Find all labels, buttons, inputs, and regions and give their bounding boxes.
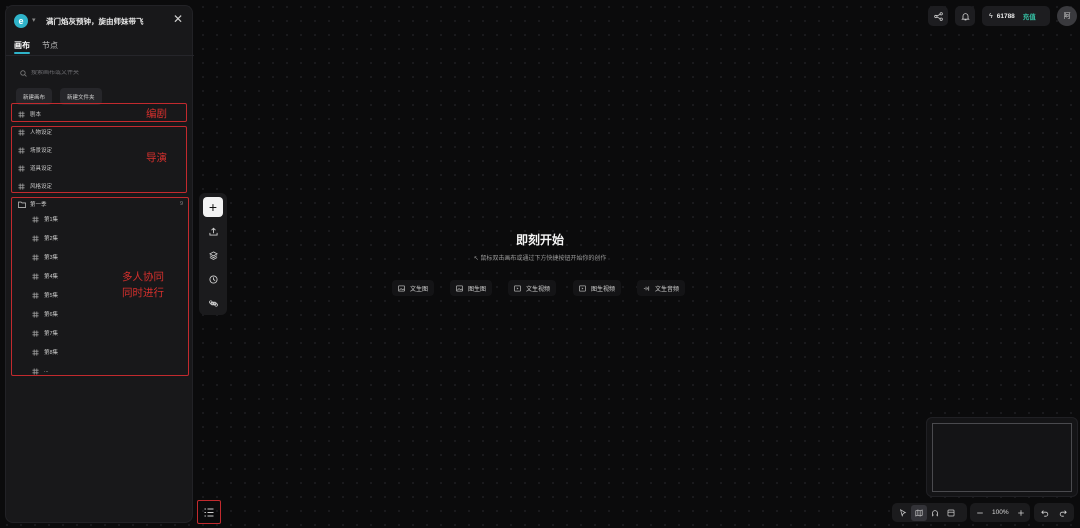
search-input[interactable] [31, 70, 171, 76]
empty-state-subtitle: ↖ 鼠标双击画布或通过下方快捷按钮开始你的创作 [440, 253, 640, 262]
quick-text-to-audio-button[interactable]: 文生音频 [637, 280, 686, 296]
quick-text-to-video-button[interactable]: 文生视频 [508, 280, 557, 296]
image-icon [456, 284, 463, 292]
app-logo[interactable]: e [14, 14, 28, 28]
list-icon [204, 508, 214, 516]
zoom-in-icon[interactable] [1013, 505, 1029, 521]
quick-action-label: 文生音频 [655, 286, 680, 293]
annotation-director: 导演 [146, 152, 167, 164]
video-icon [514, 284, 521, 292]
credits-widget[interactable]: ϟ 61788 充值 [982, 6, 1050, 26]
sidebar-header: e ▾ 满门焰灰预钟，旋由师妹带飞 ✕ [6, 6, 194, 36]
quick-action-label: 图生图 [468, 286, 487, 293]
quick-image-to-video-button[interactable]: 图生视频 [573, 280, 622, 296]
annotation-script: 编剧 [146, 108, 167, 120]
quick-image-to-image-button[interactable]: 图生图 [450, 280, 493, 296]
history-clock-icon[interactable] [203, 269, 223, 289]
pointer-icon[interactable] [895, 505, 911, 521]
user-avatar[interactable]: 阿 [1057, 6, 1077, 26]
quick-action-label: 图生视频 [591, 286, 616, 293]
zoom-out-icon[interactable] [972, 505, 988, 521]
minimap-viewport[interactable] [932, 423, 1072, 492]
image-icon [398, 284, 405, 292]
tab-canvas[interactable]: 画布 [14, 40, 30, 51]
audio-icon [643, 285, 650, 292]
undo-icon[interactable] [1037, 505, 1053, 521]
add-node-button[interactable]: + [203, 197, 223, 217]
credits-balance: 61788 [996, 12, 1015, 20]
cursor-icon: ↖ [473, 256, 479, 262]
map-icon[interactable] [911, 504, 927, 521]
share-button[interactable] [928, 6, 948, 26]
zoom-controls: 100% [970, 503, 1030, 522]
video-icon [579, 284, 586, 292]
tab-divider [6, 55, 194, 56]
sidebar-toggle-button[interactable] [197, 500, 221, 524]
empty-state-title: 即刻开始 [515, 233, 564, 247]
history-controls [1034, 503, 1074, 522]
quick-action-label: 文生视频 [526, 286, 551, 293]
share-icon [933, 11, 943, 21]
frame-icon[interactable] [943, 505, 959, 521]
chevron-down-icon[interactable]: ▾ [32, 16, 36, 24]
quick-text-to-image-button[interactable]: 文生图 [392, 280, 435, 296]
minimap[interactable] [926, 417, 1078, 497]
upload-icon[interactable] [203, 221, 223, 241]
active-tab-indicator [14, 52, 30, 54]
tool-rail: + [199, 193, 227, 315]
quick-action-label: 文生图 [410, 286, 429, 293]
annotation-collab-line2: 同时进行 [122, 287, 164, 299]
bell-icon [960, 12, 970, 20]
canvas-mode-toolbar [892, 503, 967, 522]
tab-nodes[interactable]: 节点 [42, 40, 58, 51]
recharge-link[interactable]: 充值 [1023, 11, 1036, 21]
layers-icon[interactable] [203, 245, 223, 265]
lightning-icon: ϟ [989, 12, 993, 20]
command-shortcut-icon[interactable] [203, 293, 223, 313]
search-box[interactable] [14, 64, 186, 82]
redo-icon[interactable] [1055, 505, 1071, 521]
search-icon [20, 69, 27, 77]
close-icon[interactable]: ✕ [173, 12, 183, 26]
project-title: 满门焰灰预钟，旋由师妹带飞 [46, 17, 144, 26]
notifications-button[interactable] [955, 6, 975, 26]
annotation-collab-line1: 多人协同 [122, 271, 164, 283]
empty-state-subtitle-text: 鼠标双击画布或通过下方快捷按钮开始你的创作 [480, 256, 607, 262]
magnet-icon[interactable] [927, 505, 943, 521]
zoom-level: 100% [992, 509, 1009, 516]
